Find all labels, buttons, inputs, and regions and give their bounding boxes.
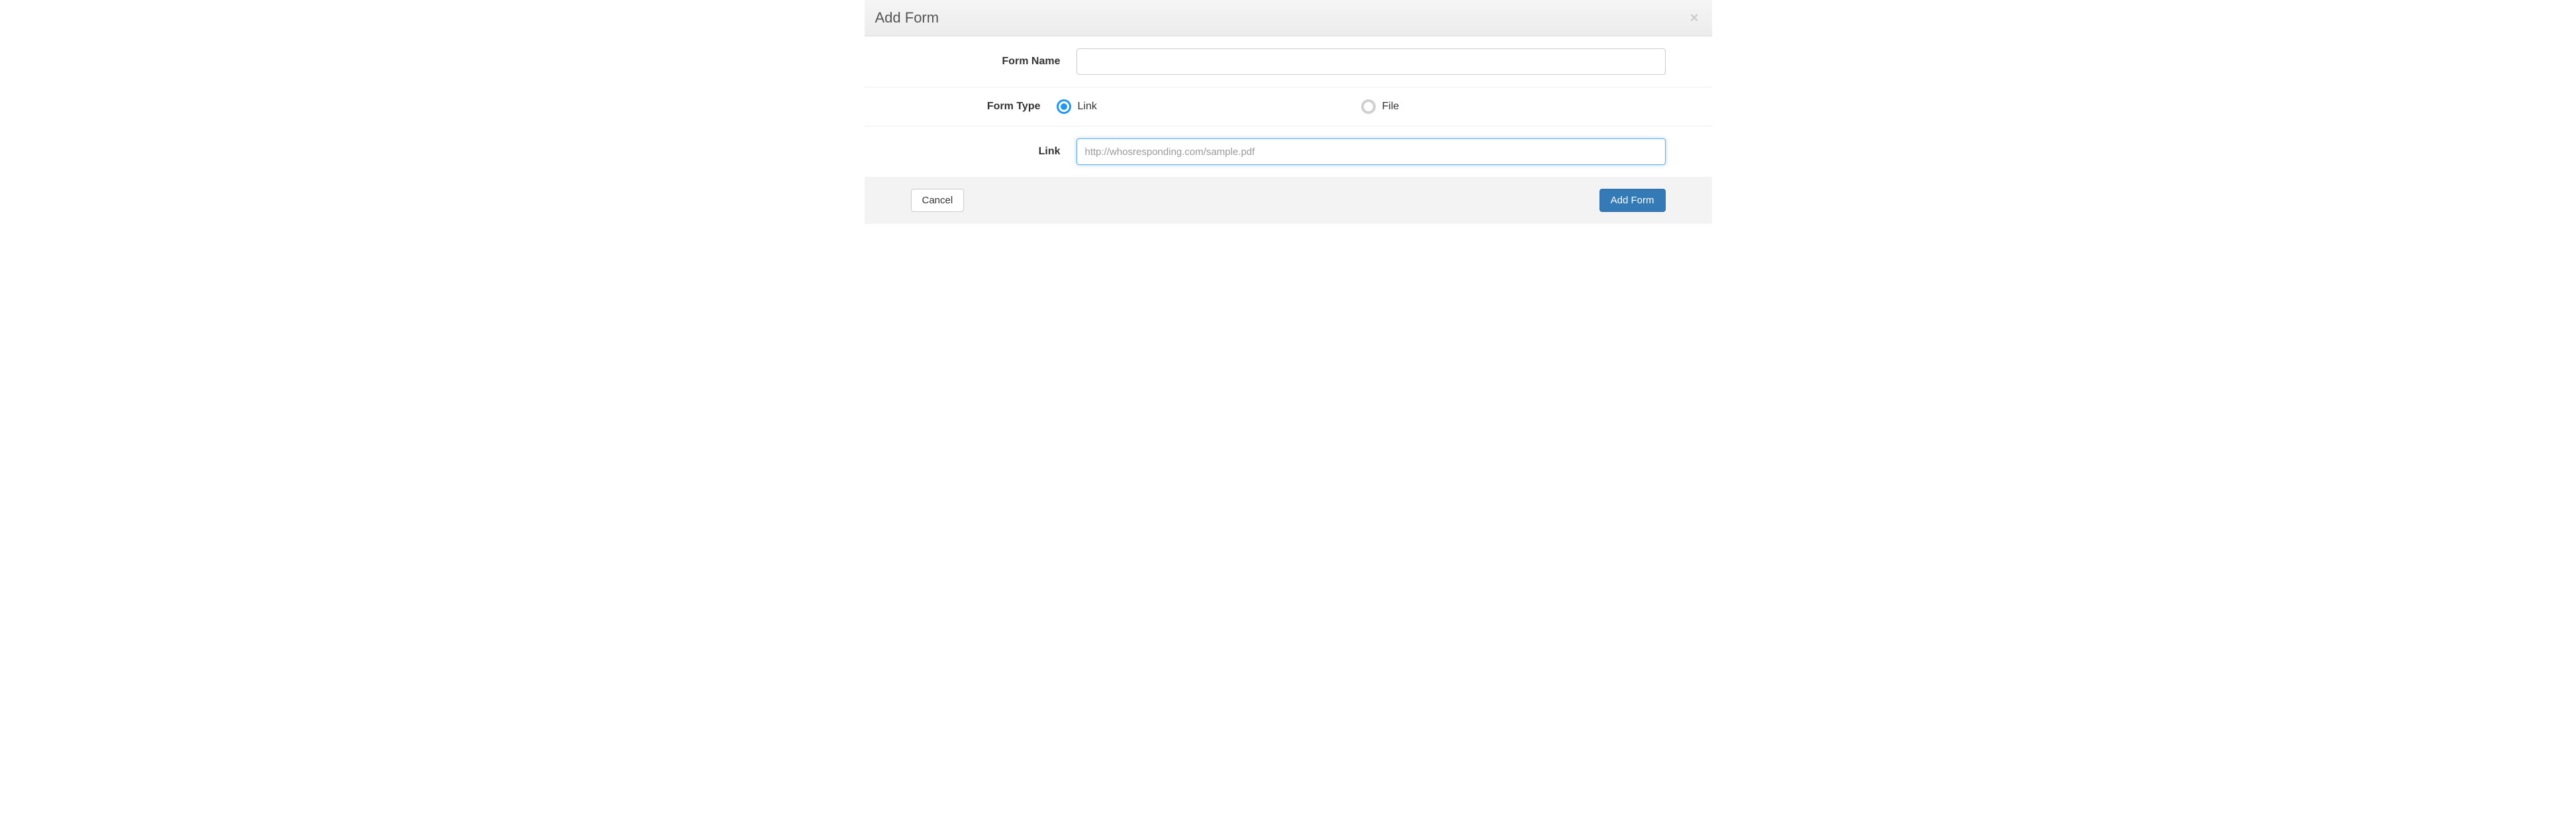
- close-icon[interactable]: ×: [1688, 11, 1701, 25]
- radio-icon-unselected: [1361, 99, 1376, 114]
- form-name-row: Form Name: [865, 36, 1712, 87]
- radio-label-link: Link: [1078, 101, 1097, 113]
- radio-icon-selected: [1057, 99, 1071, 114]
- link-input[interactable]: [1076, 138, 1666, 165]
- form-type-radio-group: Link File: [1057, 99, 1666, 114]
- modal-title: Add Form: [875, 9, 939, 26]
- add-form-button[interactable]: Add Form: [1599, 189, 1666, 212]
- radio-label-file: File: [1382, 101, 1400, 113]
- cancel-button[interactable]: Cancel: [911, 189, 965, 212]
- radio-option-link[interactable]: Link: [1057, 99, 1361, 114]
- modal-header: Add Form ×: [865, 0, 1712, 36]
- form-name-input[interactable]: [1076, 48, 1666, 75]
- link-label: Link: [871, 146, 1076, 158]
- radio-option-file[interactable]: File: [1361, 99, 1666, 114]
- link-field: [1076, 138, 1705, 165]
- form-type-field: Link File: [1057, 99, 1705, 114]
- modal-body: Form Name Form Type Link File: [865, 36, 1712, 177]
- link-row: Link: [865, 127, 1712, 177]
- form-type-label: Form Type: [871, 101, 1057, 113]
- add-form-modal: Add Form × Form Name Form Type Link Fi: [865, 0, 1712, 224]
- form-name-label: Form Name: [871, 56, 1076, 68]
- form-name-field: [1076, 48, 1705, 75]
- form-type-row: Form Type Link File: [865, 87, 1712, 127]
- modal-footer: Cancel Add Form: [865, 177, 1712, 224]
